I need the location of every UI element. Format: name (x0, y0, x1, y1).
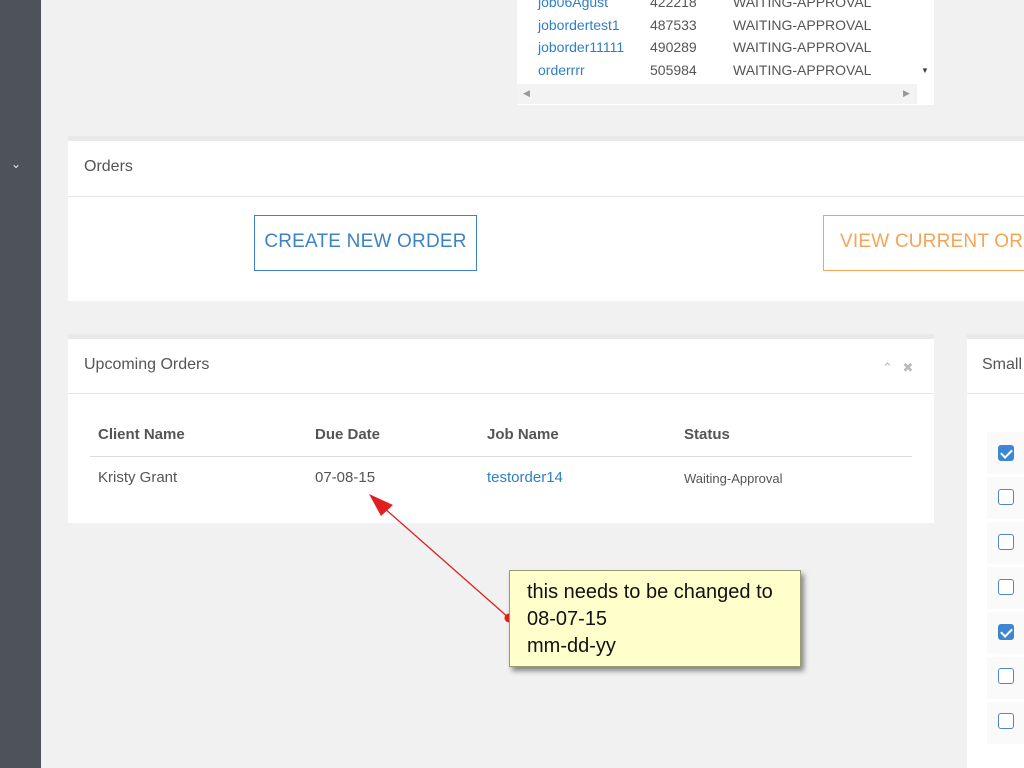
annotation-callout: this needs to be changed to 08-07-15 mm-… (509, 570, 801, 667)
annotation-line: mm-dd-yy (527, 635, 616, 657)
annotation-line: 08-07-15 (527, 608, 608, 630)
annotation-line: this needs to be changed to (527, 581, 773, 603)
arrow-line (382, 506, 510, 619)
